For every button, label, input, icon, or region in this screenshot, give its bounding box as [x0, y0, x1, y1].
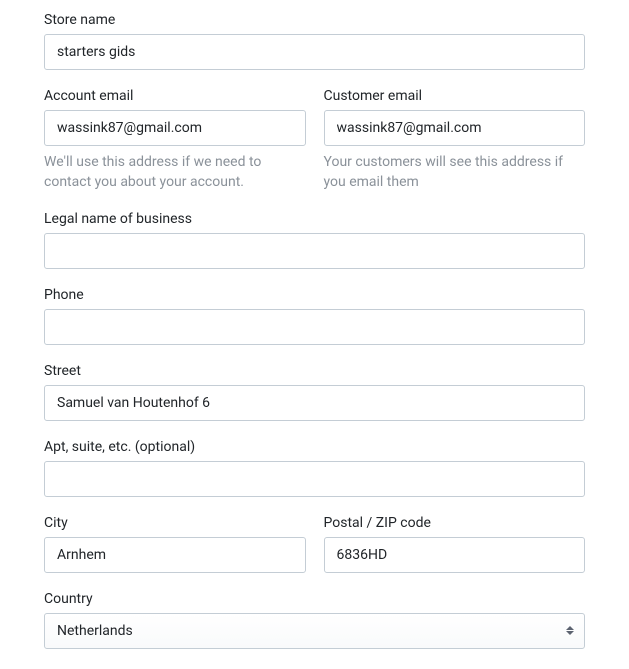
legal-name-group: Legal name of business — [44, 211, 585, 269]
apt-group: Apt, suite, etc. (optional) — [44, 439, 585, 497]
store-name-group: Store name — [44, 12, 585, 70]
postal-label: Postal / ZIP code — [324, 515, 586, 531]
street-input[interactable] — [44, 385, 585, 421]
account-email-helper: We'll use this address if we need to con… — [44, 152, 306, 193]
city-group: City — [44, 515, 306, 573]
street-group: Street — [44, 363, 585, 421]
legal-name-label: Legal name of business — [44, 211, 585, 227]
store-name-input[interactable] — [44, 34, 585, 70]
customer-email-helper: Your customers will see this address if … — [324, 152, 586, 193]
customer-email-label: Customer email — [324, 88, 586, 104]
postal-group: Postal / ZIP code — [324, 515, 586, 573]
street-label: Street — [44, 363, 585, 379]
legal-name-input[interactable] — [44, 233, 585, 269]
phone-input[interactable] — [44, 309, 585, 345]
store-name-label: Store name — [44, 12, 585, 28]
city-label: City — [44, 515, 306, 531]
account-email-label: Account email — [44, 88, 306, 104]
apt-label: Apt, suite, etc. (optional) — [44, 439, 585, 455]
apt-input[interactable] — [44, 461, 585, 497]
country-label: Country — [44, 591, 585, 607]
customer-email-input[interactable] — [324, 110, 586, 146]
postal-input[interactable] — [324, 537, 586, 573]
city-input[interactable] — [44, 537, 306, 573]
account-email-group: Account email We'll use this address if … — [44, 88, 306, 193]
customer-email-group: Customer email Your customers will see t… — [324, 88, 586, 193]
phone-group: Phone — [44, 287, 585, 345]
account-email-input[interactable] — [44, 110, 306, 146]
country-group: Country Netherlands — [44, 591, 585, 649]
phone-label: Phone — [44, 287, 585, 303]
country-select[interactable]: Netherlands — [44, 613, 585, 649]
country-select-wrapper: Netherlands — [44, 613, 585, 649]
